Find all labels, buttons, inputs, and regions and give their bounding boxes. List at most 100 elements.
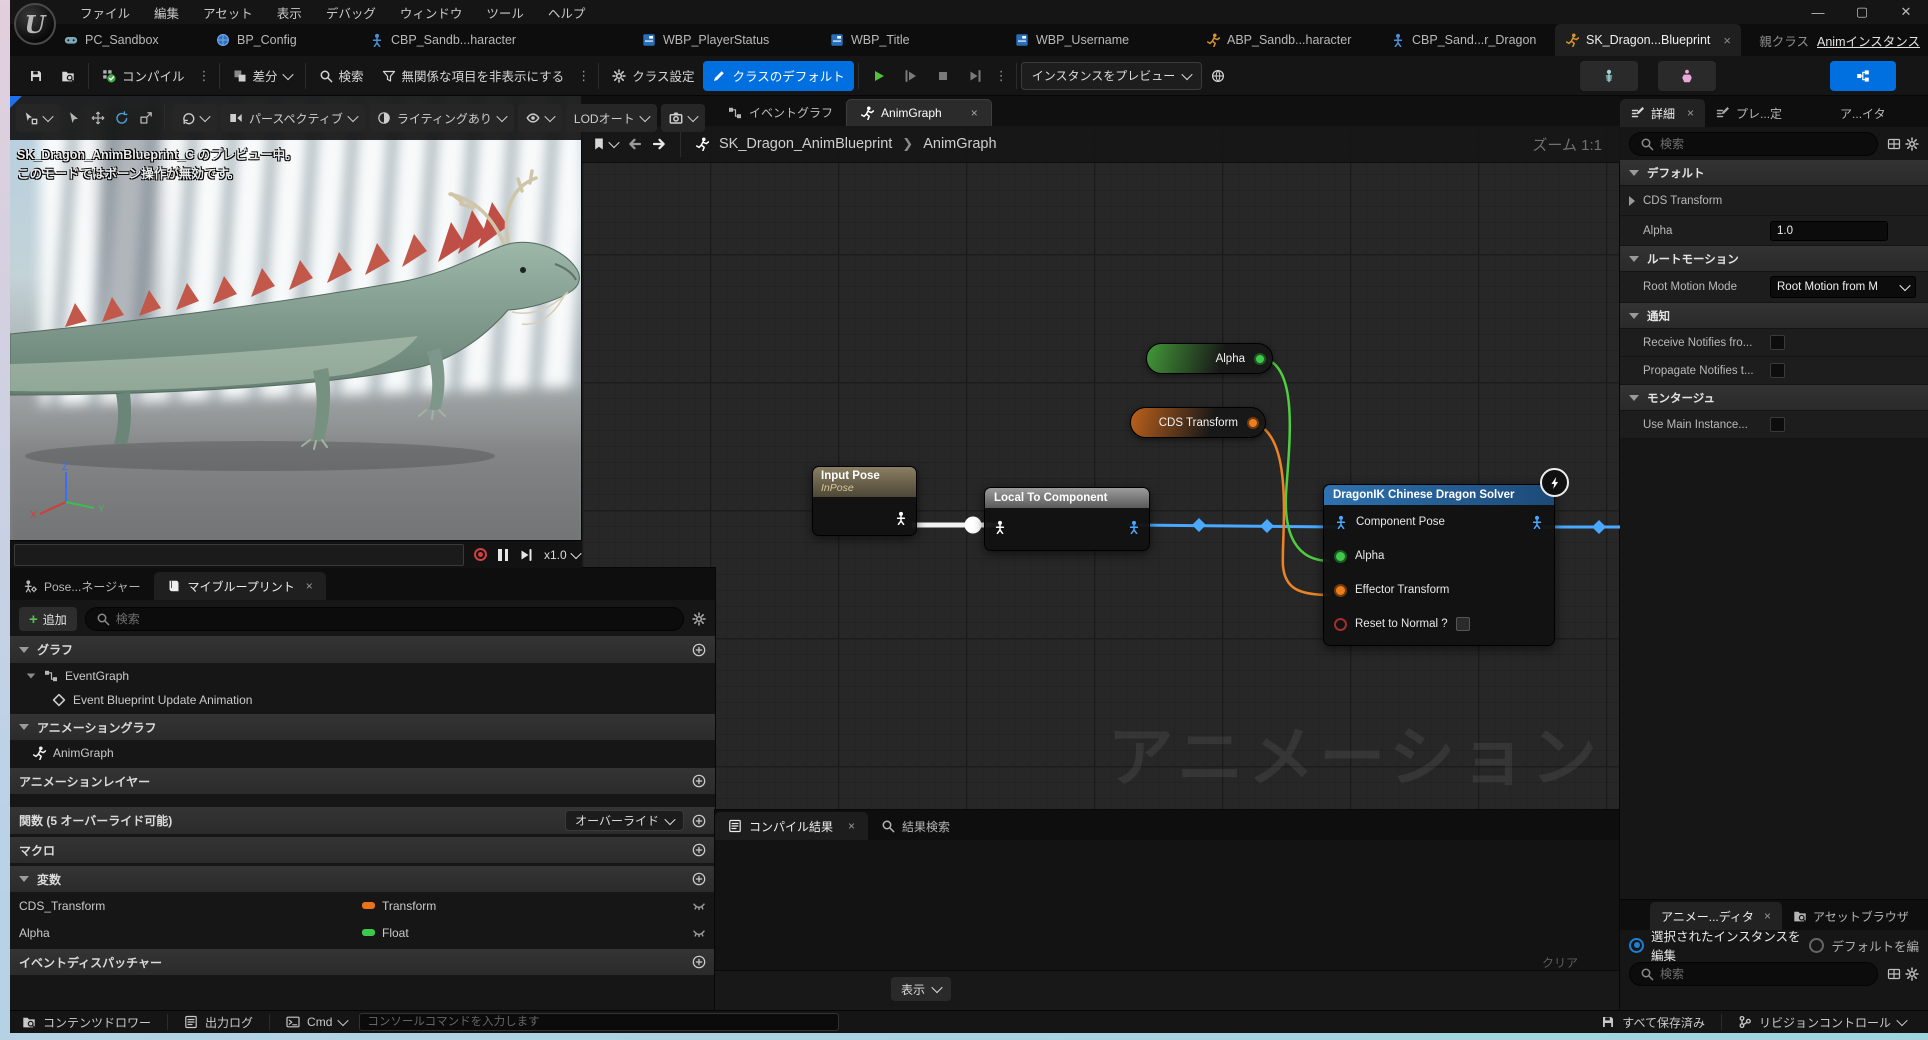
breadcrumb-root[interactable]: SK_Dragon_AnimBlueprint bbox=[719, 136, 892, 152]
anim-preview-search[interactable] bbox=[1629, 962, 1878, 986]
close-tab-icon[interactable]: × bbox=[1723, 33, 1731, 48]
tab-sk-dragon-blueprint[interactable]: SK_Dragon...Blueprint × bbox=[1555, 24, 1741, 56]
pose-input-pin[interactable] bbox=[1334, 515, 1348, 529]
close-tab-icon[interactable]: × bbox=[971, 106, 978, 120]
details-search[interactable] bbox=[1629, 132, 1878, 156]
gear-icon[interactable] bbox=[1905, 967, 1919, 981]
add-event-dispatcher-icon[interactable] bbox=[692, 955, 706, 969]
receive-notifies-checkbox[interactable] bbox=[1770, 335, 1785, 350]
content-drawer-button[interactable]: コンテンツドロワー bbox=[10, 1011, 163, 1034]
output-log-button[interactable]: 出力ログ bbox=[172, 1011, 265, 1034]
maximize-button[interactable]: ▢ bbox=[1840, 0, 1884, 24]
close-tab-icon[interactable]: × bbox=[1764, 909, 1771, 923]
screenshot-dropdown[interactable] bbox=[661, 104, 705, 132]
mesh-mode-button[interactable] bbox=[1658, 61, 1716, 91]
node-input-pose[interactable]: Input Pose InPose bbox=[812, 466, 917, 536]
menu-window[interactable]: ウィンドウ bbox=[388, 3, 475, 22]
propagate-notifies-checkbox[interactable] bbox=[1770, 363, 1785, 378]
add-button[interactable]: +追加 bbox=[19, 607, 77, 631]
section-montage[interactable]: モンタージュ bbox=[1620, 385, 1928, 411]
parent-class-link[interactable]: Animインスタンス bbox=[1817, 31, 1920, 50]
menu-help[interactable]: ヘルプ bbox=[536, 3, 598, 22]
console-command-input[interactable] bbox=[359, 1013, 839, 1031]
section-root-motion[interactable]: ルートモーション bbox=[1620, 246, 1928, 272]
reset-checkbox[interactable] bbox=[1456, 617, 1470, 631]
edit-selected-radio[interactable] bbox=[1629, 938, 1644, 953]
close-tab-icon[interactable]: × bbox=[306, 579, 313, 593]
alpha-value-input[interactable] bbox=[1770, 221, 1888, 241]
tab-anim-editor[interactable]: ア...イタ bbox=[1829, 99, 1897, 127]
row-variable-cds[interactable]: CDS_Transform Transform bbox=[10, 892, 715, 919]
compile-options-icon[interactable]: ⋮ bbox=[194, 68, 215, 84]
tab-wbp-title[interactable]: WBP_Title bbox=[820, 24, 920, 56]
rotate-tool-icon[interactable] bbox=[112, 111, 132, 125]
perspective-dropdown[interactable]: パースペクティブ bbox=[221, 104, 365, 132]
minimize-button[interactable]: — bbox=[1796, 0, 1840, 24]
pose-input-pin[interactable] bbox=[993, 520, 1007, 534]
revision-control-dropdown[interactable]: リビジョンコントロール bbox=[1726, 1011, 1918, 1034]
close-button[interactable]: ✕ bbox=[1884, 0, 1928, 24]
blueprint-mode-button[interactable] bbox=[1830, 61, 1896, 91]
tab-asset-browser[interactable]: アセットブラウザ bbox=[1782, 902, 1920, 930]
override-dropdown[interactable]: オーバーライド bbox=[565, 810, 684, 831]
pose-output-pin[interactable] bbox=[1530, 515, 1544, 529]
transform-output-pin[interactable] bbox=[1247, 417, 1259, 429]
tab-pose-manager[interactable]: Pose...ネージャー bbox=[10, 572, 154, 600]
tab-cbp-character[interactable]: CBP_Sandb...haracter bbox=[360, 24, 526, 56]
back-arrow-icon[interactable] bbox=[628, 137, 642, 151]
menu-edit[interactable]: 編集 bbox=[142, 3, 191, 22]
transform-tool-dropdown[interactable] bbox=[16, 104, 60, 132]
timeline-scrubber[interactable] bbox=[14, 544, 464, 566]
search-input[interactable] bbox=[1660, 137, 1867, 151]
tab-find-results[interactable]: 結果検索 bbox=[868, 812, 963, 840]
tab-compile-results[interactable]: コンパイル結果 × bbox=[715, 812, 868, 840]
forward-arrow-icon[interactable] bbox=[652, 137, 666, 151]
grid-view-icon[interactable] bbox=[1887, 967, 1901, 981]
row-variable-alpha[interactable]: Alpha Float bbox=[10, 919, 715, 946]
preview-instance-dropdown[interactable]: インスタンスをプレビュー bbox=[1021, 62, 1203, 90]
section-functions[interactable]: 関数 (5 オーバーライド可能) オーバーライド bbox=[10, 807, 715, 834]
tab-anim-graph[interactable]: AnimGraph × bbox=[846, 99, 992, 126]
bookmarks-dropdown[interactable] bbox=[592, 137, 618, 151]
menu-tools[interactable]: ツール bbox=[474, 3, 536, 22]
playback-speed-dropdown[interactable]: x1.0 bbox=[544, 548, 580, 562]
cmd-dropdown[interactable]: Cmd bbox=[274, 1011, 359, 1034]
select-tool-icon[interactable] bbox=[64, 111, 84, 125]
section-notify[interactable]: 通知 bbox=[1620, 303, 1928, 329]
hide-unrelated-button[interactable]: 無関係な項目を非表示にする bbox=[373, 61, 574, 91]
menu-view[interactable]: 表示 bbox=[265, 3, 314, 22]
menu-asset[interactable]: アセット bbox=[191, 3, 265, 22]
show-filter-dropdown[interactable]: 表示 bbox=[891, 977, 951, 1001]
debug-filter-button[interactable] bbox=[1202, 61, 1234, 91]
class-defaults-button[interactable]: クラスのデフォルト bbox=[703, 61, 853, 91]
tab-pc-sandbox[interactable]: PC_Sandbox bbox=[54, 24, 169, 56]
scale-tool-icon[interactable] bbox=[136, 111, 156, 125]
search-input[interactable] bbox=[1660, 967, 1867, 981]
add-function-icon[interactable] bbox=[692, 814, 706, 828]
compile-button[interactable]: コンパイル bbox=[93, 61, 194, 91]
tab-abp-character[interactable]: ABP_Sandb...haracter bbox=[1196, 24, 1361, 56]
find-button[interactable]: 検索 bbox=[310, 61, 373, 91]
play-options-icon[interactable]: ⋮ bbox=[991, 68, 1012, 84]
alpha-input-pin[interactable] bbox=[1334, 550, 1347, 563]
show-flags-dropdown[interactable] bbox=[518, 104, 562, 132]
all-saved-button[interactable]: すべて保存済み bbox=[1589, 1011, 1717, 1034]
skeleton-mode-button[interactable] bbox=[1580, 61, 1638, 91]
menu-file[interactable]: ファイル bbox=[68, 3, 142, 22]
close-tab-icon[interactable]: × bbox=[848, 819, 855, 833]
tab-event-graph[interactable]: イベントグラフ bbox=[715, 99, 846, 126]
closed-eye-icon[interactable] bbox=[692, 926, 706, 940]
root-motion-mode-dropdown[interactable]: Root Motion from M bbox=[1770, 276, 1916, 298]
section-variables[interactable]: 変数 bbox=[10, 866, 715, 892]
section-event-dispatchers[interactable]: イベントディスパッチャー bbox=[10, 949, 715, 975]
tab-wbp-playerstatus[interactable]: WBP_PlayerStatus bbox=[632, 24, 779, 56]
tab-details[interactable]: 詳細 × bbox=[1620, 99, 1705, 127]
node-variable-alpha[interactable]: Alpha bbox=[1146, 343, 1273, 374]
move-tool-icon[interactable] bbox=[88, 111, 108, 125]
eject-button[interactable] bbox=[959, 61, 991, 91]
frame-skip-button[interactable] bbox=[895, 61, 927, 91]
pose-output-pin[interactable] bbox=[894, 511, 908, 525]
lod-dropdown[interactable]: LODオート bbox=[566, 104, 657, 132]
node-dragonik-solver[interactable]: DragonIK Chinese Dragon Solver Component… bbox=[1323, 484, 1555, 646]
view-mode-dropdown[interactable]: ライティングあり bbox=[369, 104, 514, 132]
